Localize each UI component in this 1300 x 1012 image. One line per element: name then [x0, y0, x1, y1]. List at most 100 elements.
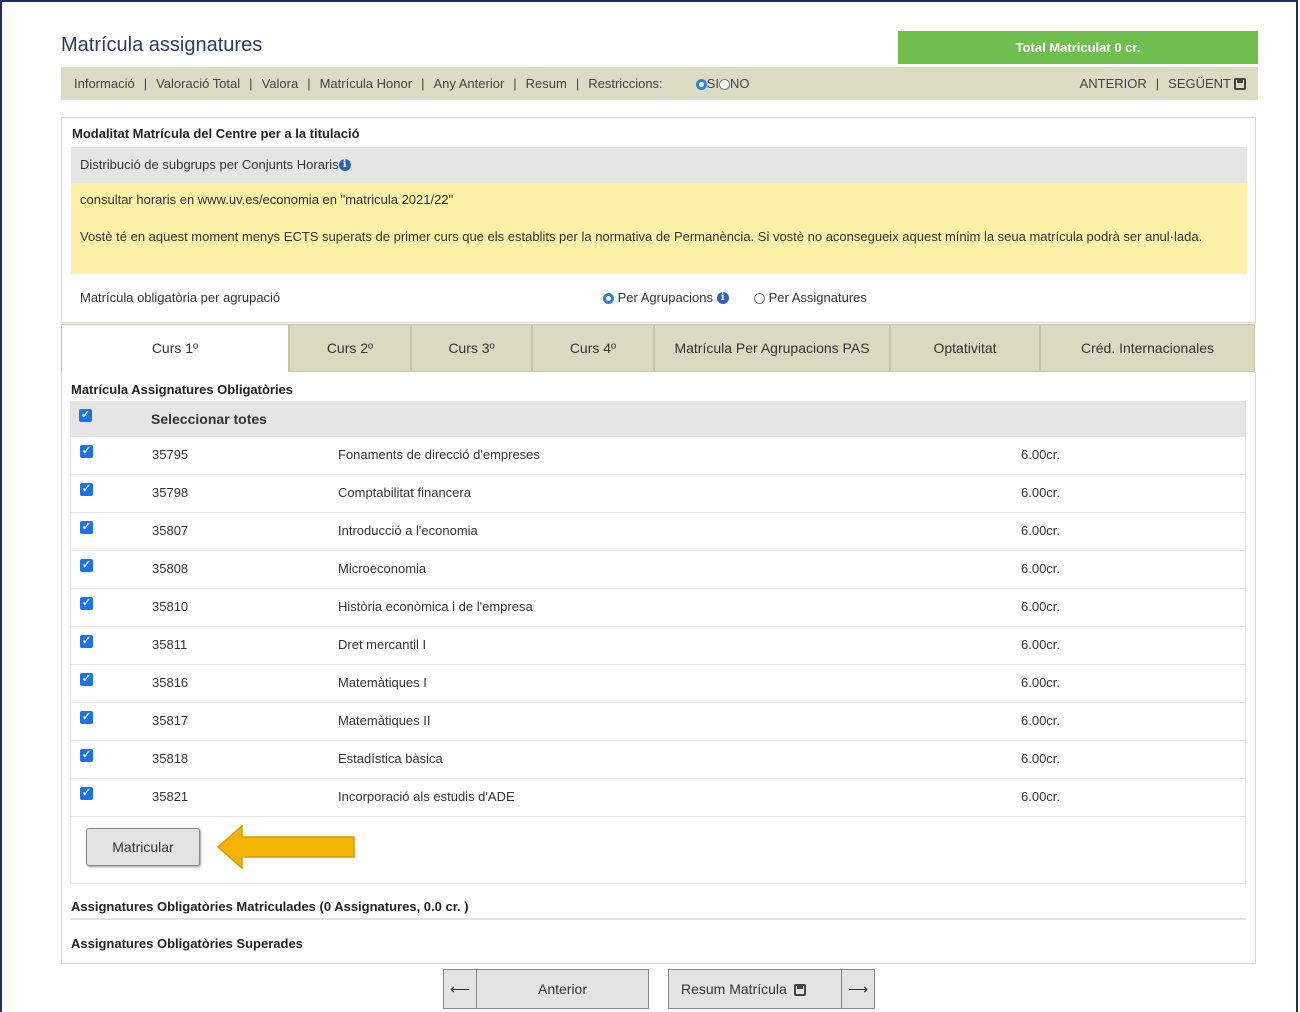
radio-unselected-icon — [754, 293, 765, 304]
nav-resum[interactable]: Resum — [526, 76, 567, 91]
notice-hours: consultar horaris en www.uv.es/economia … — [71, 183, 1247, 217]
subgroups-label: Distribució de subgrups per Conjunts Hor… — [80, 157, 339, 172]
subject-checkbox[interactable]: ✓ — [80, 445, 93, 458]
subject-credits: 6.00cr. — [1021, 485, 1061, 500]
subjects-panel: Matrícula Assignatures Obligatòries ✓ Se… — [61, 372, 1256, 964]
subject-credits: 6.00cr. — [1021, 447, 1061, 462]
subject-credits: 6.00cr. — [1021, 713, 1061, 728]
notice-ects: Vostè té en aquest moment menys ECTS sup… — [71, 217, 1247, 274]
table-row: ✓ 35817 Matemàtiques II 6.00cr. — [70, 703, 1246, 741]
table-row: ✓ 35807 Introducció a l'economia 6.00cr. — [70, 513, 1246, 551]
restrictions-label: Restriccions: — [588, 76, 663, 91]
page-title: Matrícula assignatures — [61, 34, 263, 56]
tab-curs-1[interactable]: Curs 1º — [61, 324, 289, 372]
save-icon[interactable] — [1234, 77, 1246, 90]
subject-name: Matemàtiques I — [338, 675, 427, 690]
subject-checkbox[interactable]: ✓ — [80, 521, 93, 534]
arrow-left-button[interactable]: ⟵ — [443, 969, 477, 1009]
table-row: ✓ 35816 Matemàtiques I 6.00cr. — [70, 665, 1246, 703]
arrow-right-button[interactable]: ⟶ — [841, 969, 875, 1009]
nav-separator: | — [307, 76, 311, 91]
radio-selected-icon — [603, 293, 614, 304]
subject-code: 35810 — [152, 599, 189, 614]
select-all-row: ✓ Seleccionar totes — [70, 401, 1246, 437]
option-subjects-radio[interactable]: Per Assignatures — [754, 280, 867, 316]
select-all-label: Seleccionar totes — [151, 411, 267, 427]
panel-title: Modalitat Matrícula del Centre per a la … — [72, 126, 360, 141]
nav-valoracio-total[interactable]: Valoració Total — [156, 76, 240, 91]
subject-name: Estadística bàsica — [338, 751, 443, 766]
anterior-button[interactable]: Anterior — [476, 969, 649, 1009]
subject-credits: 6.00cr. — [1021, 675, 1061, 690]
nav-informacio[interactable]: Informació — [74, 76, 135, 91]
subject-checkbox[interactable]: ✓ — [80, 711, 93, 724]
restrictions-no-label: NO — [729, 76, 750, 91]
subject-credits: 6.00cr. — [1021, 561, 1061, 576]
table-row: ✓ 35810 Història econòmica i de l'empresa 6… — [70, 589, 1246, 627]
info-icon[interactable]: i — [338, 159, 351, 171]
tab-curs-2[interactable]: Curs 2º — [289, 324, 411, 372]
subject-code: 35816 — [152, 675, 189, 690]
tab-agrupacions-pas[interactable]: Matrícula Per Agrupacions PAS — [654, 324, 890, 372]
subject-name: Microeconomia — [338, 561, 427, 576]
nav-matricula-honor[interactable]: Matrícula Honor — [320, 76, 412, 91]
arrow-left-icon — [216, 824, 355, 870]
enrolled-title: Assignatures Obligatòries Matriculades (… — [71, 899, 469, 914]
option-groups-radio[interactable]: Per Agrupacions i — [603, 280, 729, 316]
matricular-button[interactable]: Matricular — [86, 828, 200, 866]
subjects-table: ✓ Seleccionar totes ✓ 35795 Fonaments de d… — [70, 401, 1246, 884]
subject-checkbox[interactable]: ✓ — [80, 787, 93, 800]
restrictions-si-radio[interactable]: SI — [695, 76, 719, 91]
subject-name: Comptabilitat financera — [338, 485, 471, 500]
table-row: ✓ 35811 Dret mercantil I 6.00cr. — [70, 627, 1246, 665]
subgroups-row: Distribució de subgrups per Conjunts Hor… — [71, 147, 1247, 183]
nav-separator: | — [575, 76, 580, 91]
section-title: Matrícula Assignatures Obligatòries — [71, 382, 294, 397]
subject-checkbox[interactable]: ✓ — [80, 673, 93, 686]
table-row: ✓ 35808 Microeconomia 6.00cr. — [70, 551, 1246, 589]
passed-title: Assignatures Obligatòries Superades — [71, 936, 303, 951]
subject-name: Història econòmica i de l'empresa — [338, 599, 533, 614]
subject-code: 35818 — [152, 751, 189, 766]
subject-checkbox[interactable]: ✓ — [80, 635, 93, 648]
nav-any-anterior[interactable]: Any Anterior — [433, 76, 504, 91]
tab-cred-internacionales[interactable]: Créd. Internacionales — [1040, 324, 1255, 372]
nav-valora[interactable]: Valora — [262, 76, 299, 91]
subject-credits: 6.00cr. — [1021, 637, 1061, 652]
select-all-checkbox[interactable]: ✓ — [79, 409, 92, 422]
radio-selected-icon — [695, 79, 707, 90]
subject-checkbox[interactable]: ✓ — [80, 559, 93, 572]
nav-anterior-link[interactable]: ANTERIOR — [1080, 76, 1147, 91]
subject-code: 35811 — [152, 637, 188, 652]
tab-curs-3[interactable]: Curs 3º — [411, 324, 532, 372]
subject-name: Fonaments de direcció d'empreses — [338, 447, 540, 462]
course-tabs: Curs 1º Curs 2º Curs 3º Curs 4º Matrícul… — [61, 324, 1255, 372]
table-row: ✓ 35798 Comptabilitat financera 6.00cr. — [70, 475, 1246, 513]
nav-seguent-link[interactable]: SEGÜENT — [1168, 76, 1231, 91]
save-icon — [793, 984, 806, 996]
tab-curs-4[interactable]: Curs 4º — [532, 324, 654, 372]
subject-credits: 6.00cr. — [1021, 789, 1061, 804]
nav-separator: | — [143, 76, 148, 91]
obligatory-label: Matrícula obligatòria per agrupació — [80, 290, 281, 305]
restrictions-no-radio[interactable]: NO — [718, 76, 750, 91]
subject-checkbox[interactable]: ✓ — [80, 749, 93, 762]
subject-credits: 6.00cr. — [1021, 599, 1061, 614]
restrictions-si-label: SI — [706, 76, 719, 91]
option-subjects-label: Per Assignatures — [768, 290, 867, 305]
info-icon[interactable]: i — [716, 292, 729, 304]
subject-code: 35798 — [152, 485, 189, 500]
table-row: ✓ 35821 Incorporació als estudis d'ADE 6.00… — [70, 779, 1246, 817]
resum-matricula-button[interactable]: Resum Matrícula — [668, 969, 842, 1009]
subject-code: 35821 — [152, 789, 189, 804]
nav-separator: | — [249, 76, 253, 91]
tab-optativitat[interactable]: Optativitat — [890, 324, 1040, 372]
modality-panel: Modalitat Matrícula del Centre per a la … — [61, 117, 1256, 323]
subject-name: Matemàtiques II — [338, 713, 431, 728]
subject-name: Introducció a l'economia — [338, 523, 478, 538]
nav-separator: | — [513, 76, 517, 91]
table-row: ✓ 35795 Fonaments de direcció d'empreses 6.… — [70, 437, 1246, 475]
subject-checkbox[interactable]: ✓ — [80, 597, 93, 610]
subject-code: 35807 — [152, 523, 189, 538]
subject-checkbox[interactable]: ✓ — [80, 483, 93, 496]
